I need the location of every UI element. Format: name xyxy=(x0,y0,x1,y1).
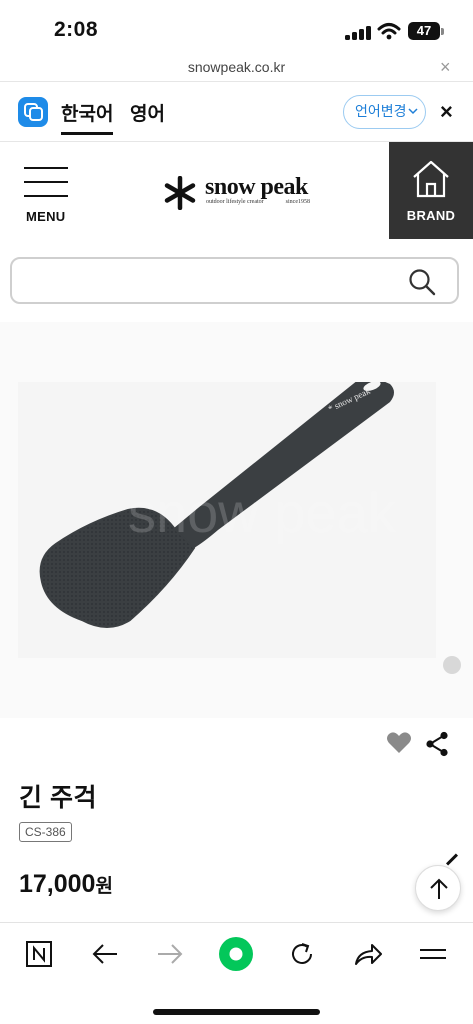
logo-since: since1958 xyxy=(285,199,310,205)
share-arrow-icon xyxy=(355,944,382,965)
browser-menu-button[interactable] xyxy=(411,937,455,971)
back-arrow-icon xyxy=(92,944,117,964)
forward-arrow-icon xyxy=(158,944,183,964)
edit-mark-icon xyxy=(445,853,459,866)
translate-bar: 한국어 영어 언어변경 × xyxy=(0,82,473,142)
refresh-button[interactable] xyxy=(280,937,324,971)
home-indicator[interactable] xyxy=(153,1009,320,1015)
product-code-badge: CS-386 xyxy=(19,822,72,842)
home-icon xyxy=(413,160,449,198)
slide-indicator[interactable] xyxy=(443,656,461,674)
heart-icon[interactable] xyxy=(386,731,412,755)
logo-tagline: outdoor lifestyle creator since1958 xyxy=(206,199,310,205)
browser-toolbar xyxy=(0,922,473,1024)
brand-label: BRAND xyxy=(406,208,456,223)
battery-indicator: 47 xyxy=(408,22,440,40)
price-value: 17,000 xyxy=(19,870,96,898)
product-name: 긴 주걱 xyxy=(19,784,97,812)
share-page-button[interactable] xyxy=(346,937,390,971)
green-dot-icon xyxy=(219,937,253,971)
url-close-button[interactable]: × xyxy=(440,57,451,78)
brand-button[interactable]: BRAND xyxy=(389,142,473,239)
browser-url-bar[interactable]: snowpeak.co.kr × xyxy=(0,56,473,82)
cellular-signal-icon xyxy=(345,24,371,40)
hamburger-icon xyxy=(420,949,446,959)
lang-tab-korean[interactable]: 한국어 xyxy=(61,99,114,135)
status-time: 2:08 xyxy=(54,18,99,41)
rice-spatula-image: * snow peak snow peak xyxy=(39,378,397,628)
naver-home-button[interactable] xyxy=(17,937,61,971)
price-unit: 원 xyxy=(95,876,113,897)
chevron-down-icon xyxy=(408,96,418,140)
language-change-label: 언어변경 xyxy=(355,103,407,119)
arrow-up-icon xyxy=(430,878,448,899)
share-icon[interactable] xyxy=(425,731,449,757)
url-text[interactable]: snowpeak.co.kr xyxy=(0,59,473,75)
snowflake-logo-icon xyxy=(164,176,196,210)
status-bar: 2:08 47 xyxy=(0,0,473,56)
back-button[interactable] xyxy=(83,937,127,971)
wifi-icon xyxy=(377,23,401,40)
translate-icon xyxy=(18,97,48,127)
language-change-button[interactable]: 언어변경 xyxy=(343,95,426,129)
image-watermark: snow peak xyxy=(128,481,397,544)
product-image-area[interactable]: * snow peak snow peak xyxy=(0,322,473,718)
snowpeak-logo[interactable]: snow peak outdoor lifestyle creator sinc… xyxy=(163,172,313,210)
naver-n-icon xyxy=(26,941,52,967)
menu-label: MENU xyxy=(26,209,66,224)
product-price: 17,000원 xyxy=(19,870,113,899)
forward-button[interactable] xyxy=(148,937,192,971)
logo-tagline-text: outdoor lifestyle creator xyxy=(206,199,264,205)
product-image[interactable]: * snow peak snow peak xyxy=(18,378,436,658)
menu-button[interactable]: MENU xyxy=(22,164,72,228)
site-header: MENU snow peak outdoor lifestyle creator… xyxy=(0,142,473,240)
battery-tip xyxy=(441,28,444,35)
search-input[interactable] xyxy=(26,267,396,295)
search-icon[interactable] xyxy=(408,268,436,296)
logo-text: snow peak xyxy=(205,174,308,200)
lang-tab-english[interactable]: 영어 xyxy=(130,99,165,126)
search-box[interactable] xyxy=(10,257,459,304)
scroll-to-top-button[interactable] xyxy=(415,865,461,911)
naver-green-button[interactable] xyxy=(214,937,258,971)
refresh-icon xyxy=(292,943,312,964)
translate-close-button[interactable]: × xyxy=(440,99,453,125)
